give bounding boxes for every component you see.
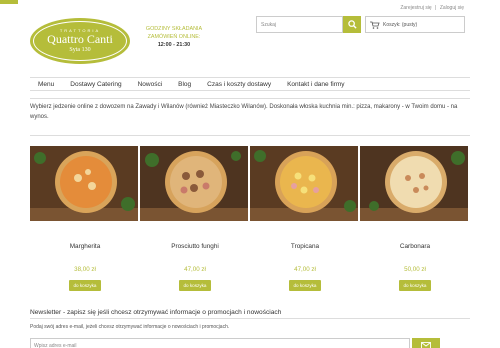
nav-item-catering[interactable]: Dostawy Catering (62, 78, 129, 90)
newsletter-title: Newsletter - zapisz się jeśli chcesz otr… (30, 309, 282, 316)
add-to-cart-button[interactable]: do koszyka (68, 280, 102, 291)
logo-address: Syta 130 (69, 47, 91, 53)
nav-item-menu[interactable]: Menu (30, 78, 62, 90)
top-accent-bar (0, 0, 18, 4)
product-image-margherita[interactable] (30, 146, 138, 221)
product-grid: Margherita 38,00 zł do koszyka Prosciutt… (30, 146, 470, 292)
nav-item-contact[interactable]: Kontakt i dane firmy (279, 78, 352, 90)
product-card: Carbonara 50,00 zł do koszyka (360, 146, 470, 292)
register-link[interactable]: Zarejestruj się (400, 5, 431, 11)
add-to-cart-button[interactable]: do koszyka (178, 280, 212, 291)
newsletter-description: Podaj swój adres e-mail, jeżeli chcesz o… (30, 324, 230, 330)
product-name[interactable]: Tropicana (250, 243, 360, 251)
product-image-carbonara[interactable] (360, 146, 468, 221)
nav-item-delivery[interactable]: Czas i koszty dostawy (199, 78, 279, 90)
add-to-cart-button[interactable]: do koszyka (398, 280, 432, 291)
product-price: 50,00 zł (404, 266, 426, 273)
hours-line-1: Godziny składania (145, 26, 203, 32)
search-input[interactable]: Szukaj (256, 16, 343, 33)
cart-button[interactable]: Koszyk: (pusty) (365, 16, 465, 33)
nav-item-blog[interactable]: Blog (170, 78, 199, 90)
email-field[interactable]: Wpisz adres e-mail (30, 338, 410, 348)
cart-icon (370, 21, 380, 29)
newsletter-submit-button[interactable] (412, 338, 440, 348)
search-button[interactable] (343, 16, 361, 33)
nav-item-news[interactable]: Nowości (130, 78, 171, 90)
product-image-prosciutto-funghi[interactable] (140, 146, 248, 221)
site-logo[interactable]: TRATTORIA Quattro Canti Syta 130 (30, 18, 130, 64)
product-card: Prosciutto funghi 47,00 zł do koszyka (140, 146, 250, 292)
product-name[interactable]: Margherita (30, 243, 140, 251)
cart-label: Koszyk: (pusty) (383, 21, 418, 28)
intro-text: Wybierz jedzenie online z dowozem na Zaw… (30, 98, 470, 136)
product-price: 47,00 zł (294, 266, 316, 273)
product-name[interactable]: Carbonara (360, 243, 470, 251)
main-nav: Menu Dostawy Catering Nowości Blog Czas … (30, 77, 470, 91)
envelope-icon (421, 341, 431, 348)
hours-time: 12:00 - 21:30 (157, 42, 191, 48)
product-card: Margherita 38,00 zł do koszyka (30, 146, 140, 292)
order-hours: Godziny składania zamówień online: 12:00… (143, 25, 205, 49)
product-card: Tropicana 47,00 zł do koszyka (250, 146, 360, 292)
search-icon (347, 20, 357, 29)
newsletter-divider (30, 318, 470, 319)
hours-line-2: zamówień online: (147, 34, 201, 40)
logo-name: Quattro Canti (47, 32, 113, 46)
product-price: 38,00 zł (74, 266, 96, 273)
account-links: Zarejestruj się | Zaloguj się (398, 5, 464, 11)
product-name[interactable]: Prosciutto funghi (140, 243, 250, 251)
product-price: 47,00 zł (184, 266, 206, 273)
product-image-tropicana[interactable] (250, 146, 358, 221)
add-to-cart-button[interactable]: do koszyka (288, 280, 322, 291)
links-separator: | (435, 5, 437, 11)
login-link[interactable]: Zaloguj się (440, 5, 464, 11)
